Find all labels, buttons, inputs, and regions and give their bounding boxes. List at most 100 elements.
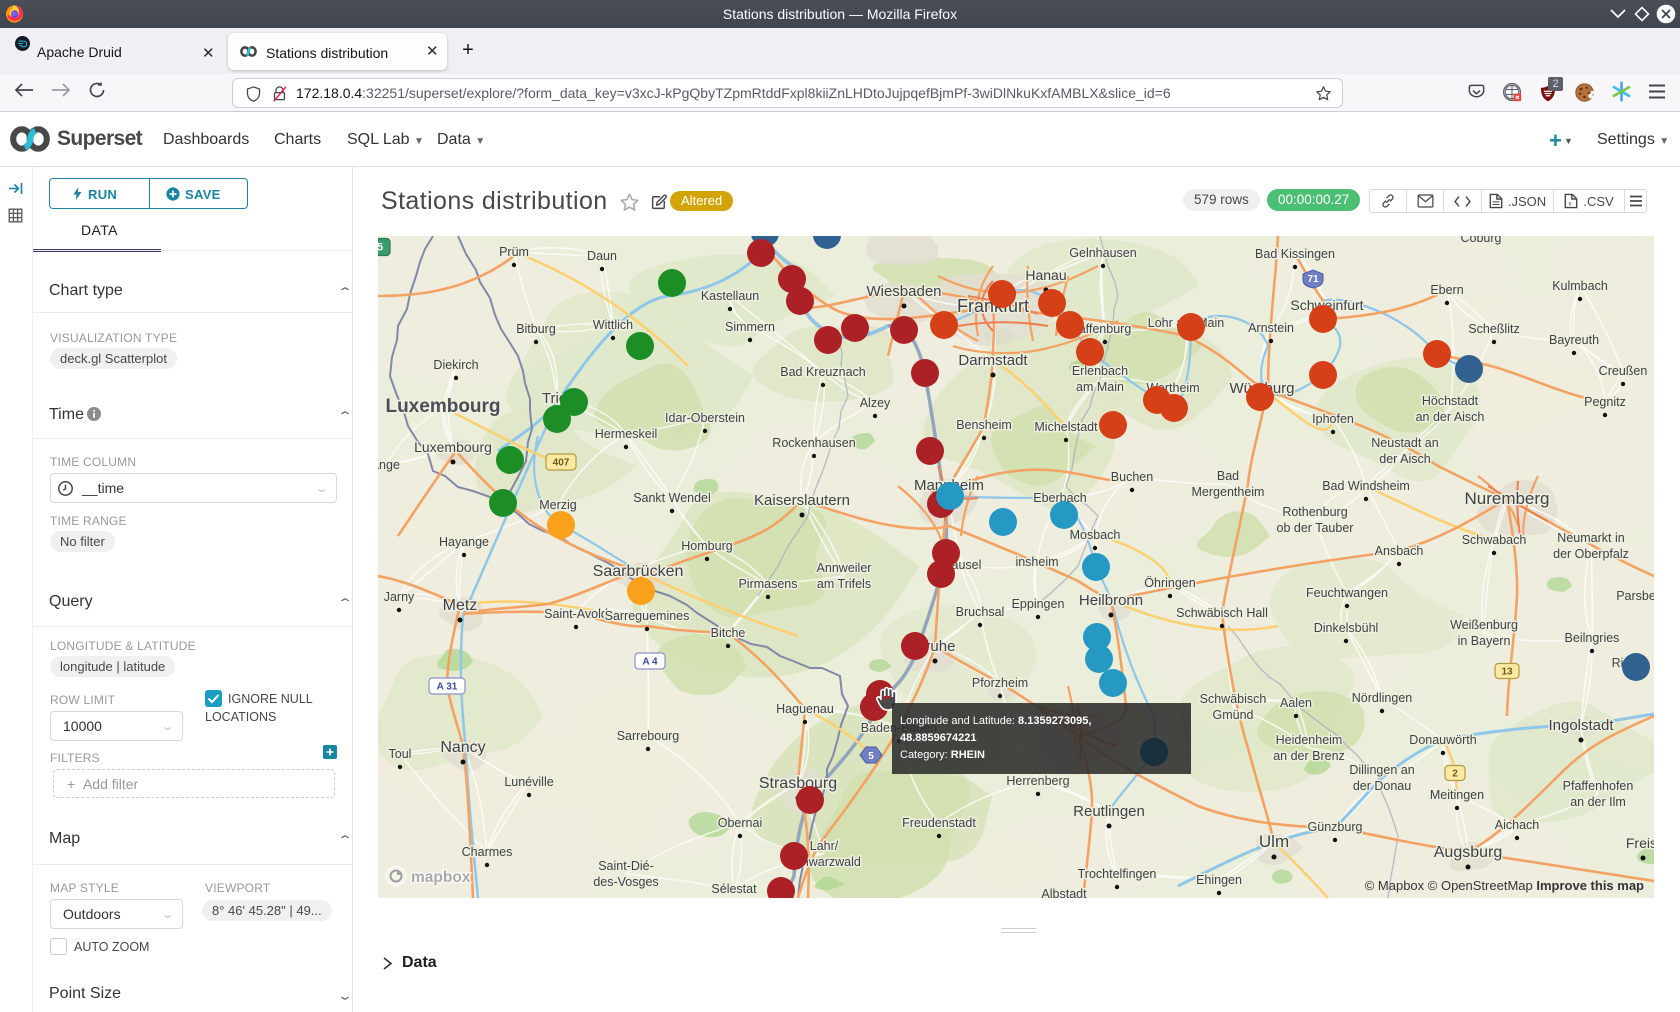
svg-text:Pforzheim: Pforzheim [972,676,1028,690]
svg-text:Saint-Avold: Saint-Avold [544,607,608,621]
svg-text:Hermeskeil: Hermeskeil [595,427,658,441]
svg-text:Simmern: Simmern [725,320,775,334]
svg-text:Parsbe: Parsbe [1616,589,1654,603]
svg-text:71: 71 [1307,274,1319,285]
svg-text:Pfaffenhofen: Pfaffenhofen [1563,779,1634,793]
svg-text:Erlenbach: Erlenbach [1072,364,1128,378]
svg-text:Albstadt: Albstadt [1041,887,1087,898]
svg-text:der Oberpfalz: der Oberpfalz [1553,547,1629,561]
svg-text:Nuremberg: Nuremberg [1464,489,1549,508]
svg-text:Kastellaun: Kastellaun [701,289,759,303]
svg-text:Bensheim: Bensheim [956,418,1012,432]
svg-text:Coburg: Coburg [1461,236,1502,245]
svg-text:Homburg: Homburg [681,539,732,553]
svg-text:Bad Kissingen: Bad Kissingen [1255,247,1335,261]
svg-text:Lahr/: Lahr/ [810,839,839,853]
svg-text:Sarreguemines: Sarreguemines [605,609,690,623]
svg-text:Ulm: Ulm [1259,832,1289,851]
svg-text:Diekirch: Diekirch [433,358,478,372]
svg-text:Freudenstadt: Freudenstadt [902,816,976,830]
svg-text:Scheßlitz: Scheßlitz [1468,322,1519,336]
svg-text:Freisi: Freisi [1626,835,1654,851]
svg-text:407: 407 [553,458,570,469]
svg-text:Neumarkt in: Neumarkt in [1557,531,1624,545]
svg-text:Wiesbaden: Wiesbaden [866,283,941,300]
svg-text:am Main: am Main [1076,380,1124,394]
svg-text:Eppingen: Eppingen [1012,597,1065,611]
svg-text:2: 2 [1452,769,1458,780]
svg-text:Schwabach: Schwabach [1462,533,1527,547]
svg-text:an der Aisch: an der Aisch [1416,410,1485,424]
svg-text:Idar-Oberstein: Idar-Oberstein [665,411,745,425]
svg-text:Heidenheim: Heidenheim [1276,733,1343,747]
svg-text:Luxembourg: Luxembourg [385,396,500,417]
svg-text:Augsburg: Augsburg [1434,844,1503,861]
svg-text:Bad: Bad [1217,469,1239,483]
svg-text:Kaiserslautern: Kaiserslautern [754,492,850,509]
svg-text:an der Ilm: an der Ilm [1570,795,1626,809]
svg-text:ob der Tauber: ob der Tauber [1277,521,1354,535]
svg-text:der Donau: der Donau [1353,779,1411,793]
svg-text:Rothenburg: Rothenburg [1282,505,1347,519]
svg-text:Creußen: Creußen [1599,364,1648,378]
svg-text:Sankt Wendel: Sankt Wendel [633,491,711,505]
svg-text:Dinkelsbühl: Dinkelsbühl [1314,621,1379,635]
svg-text:Reutlingen: Reutlingen [1073,803,1145,820]
svg-text:Gelnhausen: Gelnhausen [1069,246,1136,260]
svg-text:Hayange: Hayange [439,535,489,549]
svg-text:Bitburg: Bitburg [516,322,556,336]
svg-text:Dillingen an: Dillingen an [1349,763,1414,777]
svg-text:Prüm: Prüm [499,245,529,259]
svg-text:Bayreuth: Bayreuth [1549,333,1599,347]
svg-text:Ingolstadt: Ingolstadt [1548,717,1614,734]
svg-text:5: 5 [378,242,383,254]
svg-text:Bruchsal: Bruchsal [956,605,1005,619]
svg-text:Strasbourg: Strasbourg [759,775,837,792]
svg-text:Aalen: Aalen [1280,696,1312,710]
svg-text:Saint-Dié-: Saint-Dié- [598,859,654,873]
svg-text:Arnstein: Arnstein [1248,321,1294,335]
svg-text:Obernai: Obernai [718,816,762,830]
svg-text:5: 5 [868,751,874,762]
svg-text:ange: ange [378,458,400,472]
svg-text:Beilngries: Beilngries [1565,631,1620,645]
svg-text:des-Vosges: des-Vosges [593,875,658,889]
svg-text:Mosbach: Mosbach [1070,528,1121,542]
svg-text:in Bayern: in Bayern [1458,634,1511,648]
svg-text:© Mapbox © OpenStreetMap Impro: © Mapbox © OpenStreetMap Improve this ma… [1365,878,1644,893]
svg-text:Bad Windsheim: Bad Windsheim [1322,479,1410,493]
svg-text:Alzey: Alzey [860,396,891,410]
svg-text:Gmünd: Gmünd [1213,708,1254,722]
svg-text:Sélestat: Sélestat [711,882,757,896]
svg-text:Günzburg: Günzburg [1308,820,1363,834]
svg-text:Rockenhausen: Rockenhausen [772,436,855,450]
svg-text:Ansbach: Ansbach [1375,544,1424,558]
svg-text:Meitingen: Meitingen [1430,788,1484,802]
svg-text:Heilbronn: Heilbronn [1079,592,1143,609]
svg-text:13: 13 [1501,667,1513,678]
svg-text:der Aisch: der Aisch [1379,452,1430,466]
svg-text:x: x [1569,200,1572,207]
svg-text:Kulmbach: Kulmbach [1552,279,1608,293]
svg-text:Jarny: Jarny [384,590,415,604]
svg-text:Donauwörth: Donauwörth [1409,733,1476,747]
svg-text:Aichach: Aichach [1495,818,1540,832]
svg-text:Nördlingen: Nördlingen [1352,691,1413,705]
svg-text:Daun: Daun [587,249,617,263]
svg-text:Mergentheim: Mergentheim [1192,485,1265,499]
svg-text:A 31: A 31 [437,682,458,693]
svg-text:Luxembourg: Luxembourg [414,439,492,455]
svg-text:Trochtelfingen: Trochtelfingen [1078,867,1157,881]
svg-text:Lunéville: Lunéville [504,775,553,789]
svg-text:Herrenberg: Herrenberg [1006,774,1069,788]
svg-text:Schwäbisch: Schwäbisch [1200,692,1267,706]
svg-text:Annweiler: Annweiler [817,561,872,575]
svg-text:affenburg: affenburg [1079,322,1132,336]
svg-text:Weißenburg: Weißenburg [1450,618,1518,632]
svg-text:an der Brenz: an der Brenz [1273,749,1345,763]
svg-text:Schwäbisch Hall: Schwäbisch Hall [1176,606,1268,620]
svg-text:Ebern: Ebern [1430,283,1463,297]
svg-text:Buchen: Buchen [1111,470,1153,484]
svg-text:Charmes: Charmes [462,845,513,859]
svg-text:Nancy: Nancy [440,739,485,756]
